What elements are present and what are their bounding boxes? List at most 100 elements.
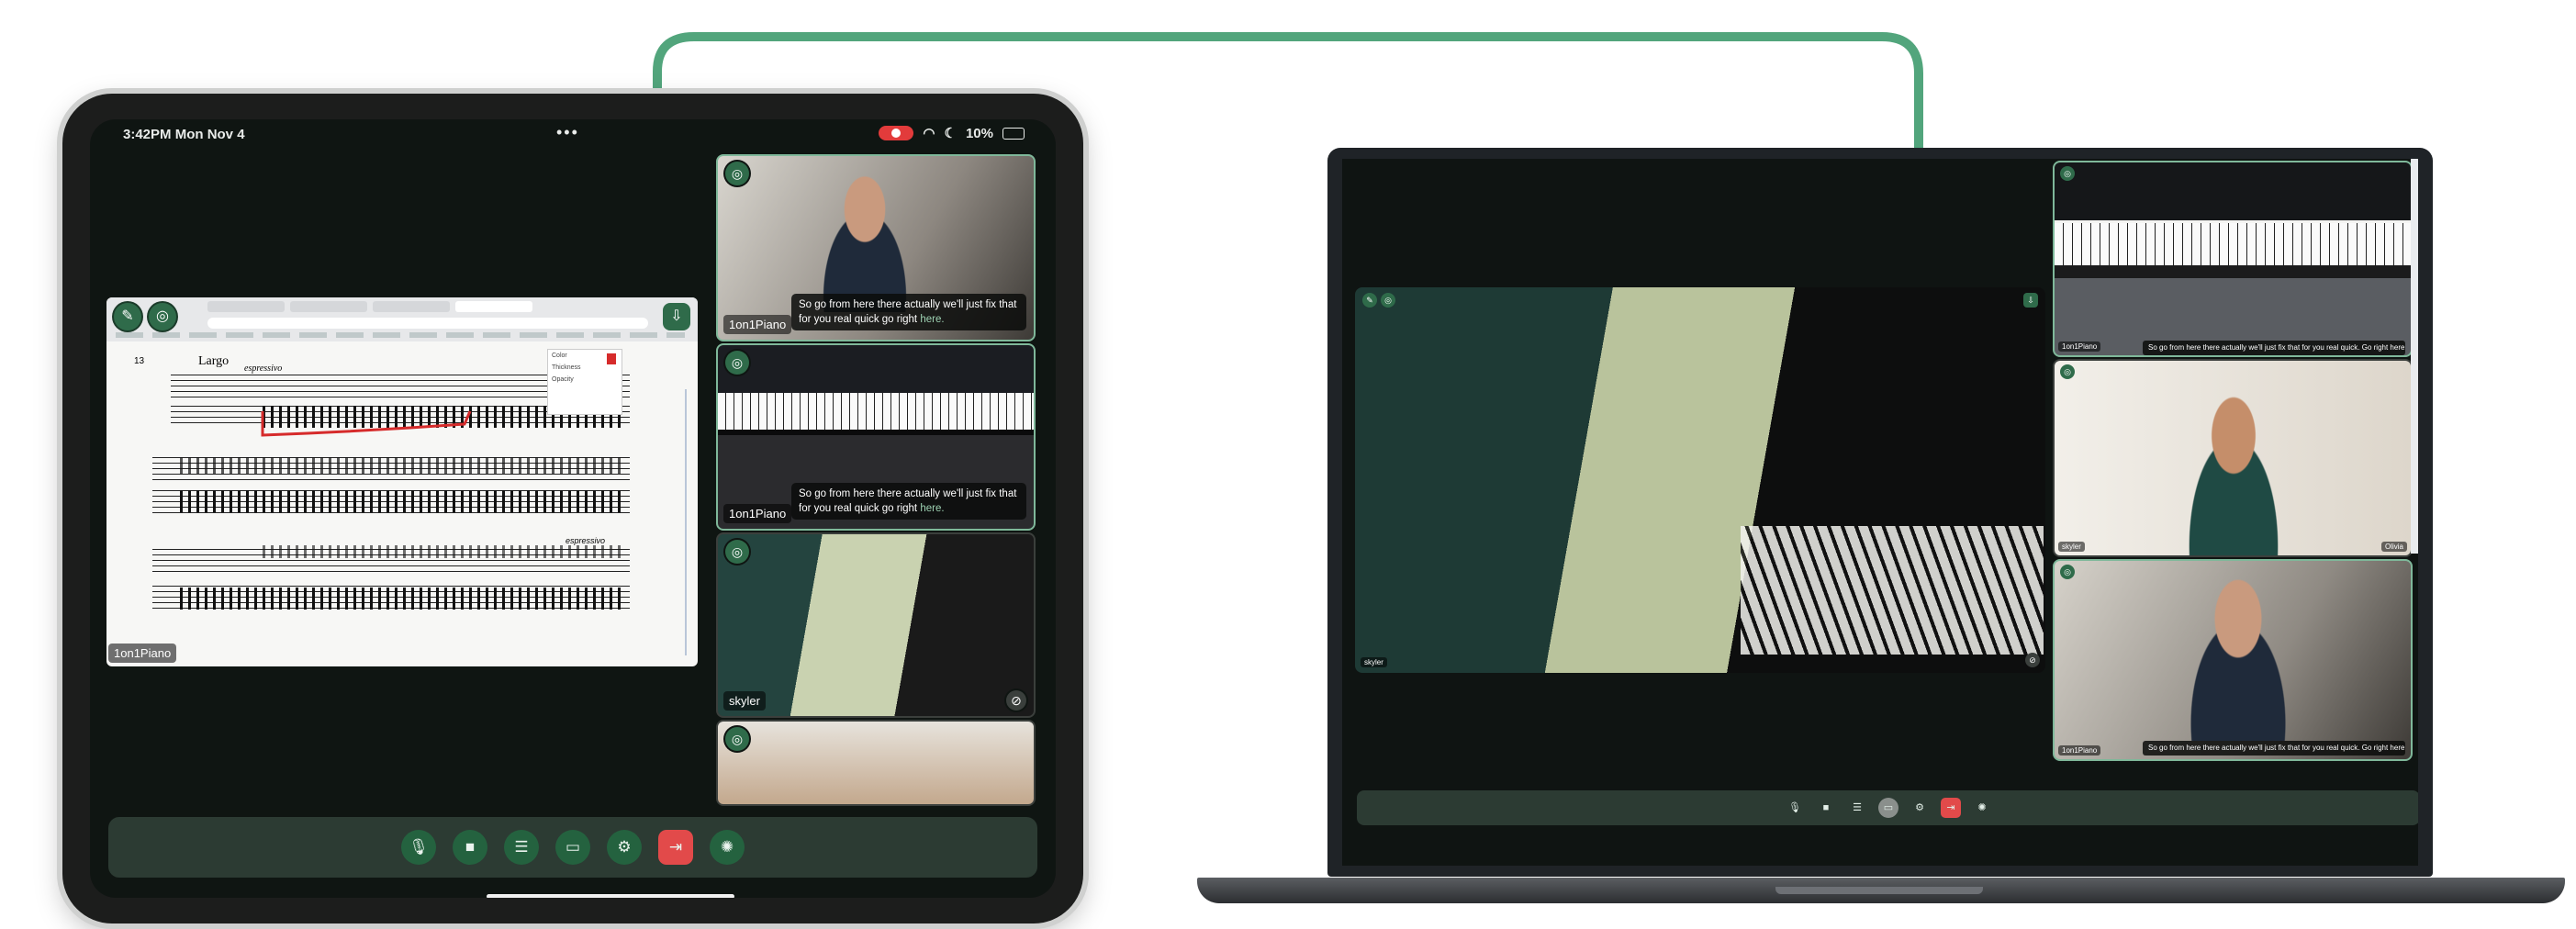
- camera-switch-icon[interactable]: ◎: [725, 540, 749, 564]
- tablet-screen: 3:42PM Mon Nov 4 ••• ◠ ☾ 10% ✎ ◎ ⇩ 13 La…: [90, 119, 1056, 898]
- participant-tile[interactable]: ◎ So go from here there actually we'll j…: [2053, 161, 2413, 357]
- participant-tile[interactable]: ◎ ⊘ skyler: [716, 532, 1036, 718]
- laptop-device: ✎ ◎ ⇩ skyler ⊘ ◎ So go from here there a…: [1327, 148, 2433, 877]
- microphone-icon: 🎙: [1788, 802, 1801, 813]
- live-caption: So go from here there actually we'll jus…: [2143, 741, 2405, 756]
- chat-button[interactable]: ☰: [1847, 798, 1867, 818]
- browser-tabs: [207, 301, 532, 312]
- microphone-button[interactable]: 🎙: [401, 830, 436, 865]
- call-control-bar: 🎙 ■ ☰ ▭ ⚙ ⇥ ✺: [108, 817, 1037, 878]
- music-system: [152, 545, 630, 619]
- screen-share-icon: ▭: [1883, 802, 1894, 813]
- live-caption: So go from here there actually we'll jus…: [791, 483, 1026, 520]
- measure-number: 13: [134, 356, 145, 366]
- microphone-icon: 🎙: [409, 838, 429, 856]
- screen-share-icon: ▭: [565, 838, 581, 856]
- control-buttons: 🎙 ■ ☰ ▭ ⚙ ⇥ ✺: [1357, 790, 2418, 825]
- participant-video: [2165, 566, 2312, 741]
- browser-tab[interactable]: [290, 301, 367, 312]
- tempo-mark: Largo: [198, 354, 230, 368]
- piano-keys: [718, 393, 1034, 430]
- leave-icon: ⇥: [668, 838, 683, 856]
- status-bar: 3:42PM Mon Nov 4 ••• ◠ ☾ 10%: [90, 119, 1056, 147]
- participant-tile[interactable]: ◎ So go from here there actually we'll j…: [716, 154, 1036, 341]
- status-right: ◠ ☾ 10%: [879, 125, 1025, 141]
- camera-switch-icon[interactable]: ◎: [725, 727, 749, 751]
- browser-toolbar: [106, 297, 698, 341]
- muted-mic-icon: ⊘: [2025, 653, 2040, 667]
- participant-tile[interactable]: ◎: [716, 720, 1036, 806]
- participant-name: skyler: [723, 691, 766, 711]
- participant-name: skyler: [2058, 542, 2085, 552]
- annotate-pencil-icon[interactable]: ✎: [114, 303, 141, 330]
- participant-tile[interactable]: ◎ skyler Olivia: [2053, 359, 2413, 557]
- effects-button[interactable]: ✺: [1972, 798, 1992, 818]
- participant-name: 1on1Piano: [723, 315, 792, 334]
- participant-video: [801, 165, 929, 312]
- camera-button[interactable]: ■: [1816, 798, 1836, 818]
- pin-icon[interactable]: ⇩: [2023, 293, 2038, 308]
- effects-icon: ✺: [720, 838, 734, 856]
- laptop-screen: ✎ ◎ ⇩ skyler ⊘ ◎ So go from here there a…: [1342, 159, 2418, 866]
- participant-name: 1on1Piano: [2058, 745, 2101, 756]
- participant-name: skyler: [1361, 657, 1387, 667]
- shared-screen[interactable]: ✎ ◎ ⇩ 13 Largo espressivo espressivo Col…: [106, 297, 698, 666]
- browser-tab[interactable]: [207, 301, 285, 312]
- settings-icon: ⚙: [1915, 802, 1924, 813]
- live-caption: So go from here there actually we'll jus…: [2143, 341, 2405, 355]
- leave-button[interactable]: ⇥: [658, 830, 693, 865]
- effects-icon: ✺: [1977, 802, 1987, 813]
- annotation-settings-panel[interactable]: Color Thickness Opacity: [547, 349, 622, 415]
- camera-icon: ■: [465, 838, 476, 856]
- settings-button[interactable]: ⚙: [1910, 798, 1930, 818]
- chat-icon: ☰: [1853, 802, 1862, 813]
- camera-switch-icon[interactable]: ◎: [1381, 293, 1395, 308]
- presenter-name-tag: 1on1Piano: [108, 644, 177, 663]
- participant-name-secondary: Olivia: [2380, 542, 2407, 552]
- participant-name: 1on1Piano: [723, 504, 792, 523]
- address-bar[interactable]: [207, 318, 648, 329]
- screen-share-button[interactable]: ▭: [555, 830, 590, 865]
- participant-video: [2165, 379, 2302, 555]
- browser-tab-active[interactable]: [455, 301, 532, 312]
- effects-button[interactable]: ✺: [710, 830, 745, 865]
- pin-icon[interactable]: ⇩: [663, 303, 690, 330]
- participant-tile[interactable]: ◎ So go from here there actually we'll j…: [2053, 559, 2413, 761]
- moon-icon: ☾: [944, 126, 957, 141]
- scrollbar[interactable]: [2411, 159, 2418, 554]
- battery-icon: [1002, 127, 1025, 140]
- participant-tile[interactable]: ◎ So go from here there actually we'll j…: [716, 343, 1036, 531]
- chat-icon: ☰: [514, 838, 529, 856]
- annotate-pencil-icon[interactable]: ✎: [1362, 293, 1377, 308]
- tablet-device: 3:42PM Mon Nov 4 ••• ◠ ☾ 10% ✎ ◎ ⇩ 13 La…: [62, 94, 1083, 923]
- participant-name: 1on1Piano: [2058, 341, 2101, 352]
- home-indicator[interactable]: [487, 894, 734, 898]
- screen-share-button[interactable]: ▭: [1878, 798, 1898, 818]
- recording-indicator-icon: [879, 126, 914, 140]
- microphone-button[interactable]: 🎙: [1785, 798, 1805, 818]
- camera-switch-icon[interactable]: ◎: [2060, 166, 2075, 181]
- piano-keys: [1741, 526, 2044, 655]
- camera-switch-icon[interactable]: ◎: [2060, 565, 2075, 579]
- muted-mic-icon: ⊘: [1006, 690, 1026, 711]
- settings-button[interactable]: ⚙: [607, 830, 642, 865]
- camera-button[interactable]: ■: [453, 830, 487, 865]
- leave-icon: ⇥: [1946, 802, 1955, 813]
- camera-icon: ■: [1822, 802, 1830, 813]
- wifi-icon: ◠: [923, 126, 935, 141]
- dynamic-mark: espressivo: [566, 536, 606, 545]
- browser-tab[interactable]: [373, 301, 450, 312]
- main-video-tile[interactable]: ✎ ◎ ⇩ skyler ⊘: [1355, 287, 2045, 673]
- leave-button[interactable]: ⇥: [1941, 798, 1961, 818]
- color-swatch[interactable]: [607, 353, 616, 364]
- red-annotation: [261, 410, 472, 437]
- camera-switch-icon[interactable]: ◎: [2060, 364, 2075, 379]
- chat-button[interactable]: ☰: [504, 830, 539, 865]
- call-control-bar: 🎙 ■ ☰ ▭ ⚙ ⇥ ✺: [1357, 790, 2418, 825]
- camera-switch-icon[interactable]: ◎: [725, 351, 749, 375]
- bookmarks-bar: [116, 332, 685, 338]
- multitask-dots[interactable]: •••: [556, 123, 579, 142]
- camera-switch-icon[interactable]: ◎: [725, 162, 749, 185]
- panel-opacity-row[interactable]: Opacity: [548, 374, 622, 386]
- camera-switch-icon[interactable]: ◎: [149, 303, 176, 330]
